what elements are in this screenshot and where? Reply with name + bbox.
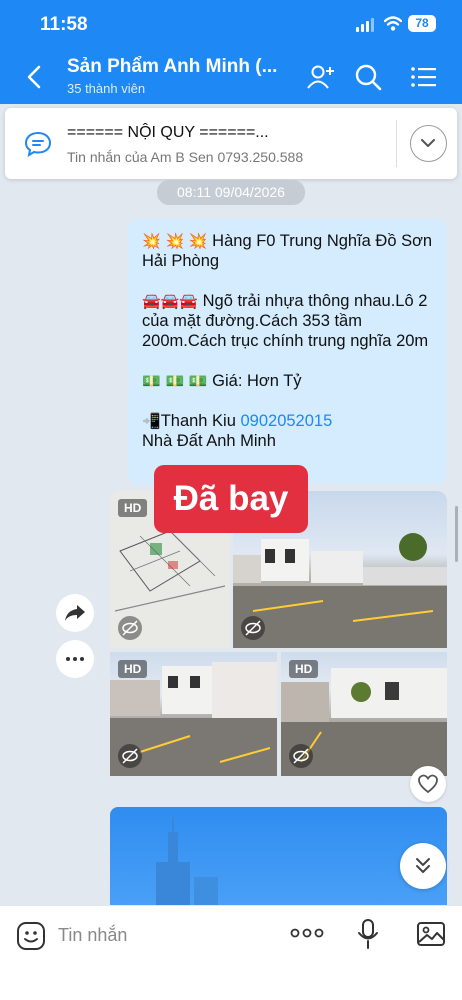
next-image-message[interactable] xyxy=(110,807,447,907)
hd-badge: HD xyxy=(289,660,319,678)
search-icon[interactable] xyxy=(354,63,382,91)
add-member-icon[interactable] xyxy=(306,63,336,91)
message-bubble[interactable]: 💥 💥 💥 Hàng F0 Trung Nghĩa Đồ Sơn Hải Phò… xyxy=(128,219,447,484)
more-actions-icon[interactable] xyxy=(290,926,324,940)
signal-icon xyxy=(356,18,374,32)
message-input-bar: Tin nhắn xyxy=(0,905,462,1000)
photo-street-3[interactable]: HD xyxy=(281,652,447,776)
pinned-message[interactable]: ====== NỘI QUY ======... Tin nhắn của Am… xyxy=(5,108,457,179)
money-emoji: 💵 💵 💵 xyxy=(142,372,208,390)
back-arrow-icon[interactable] xyxy=(24,64,46,90)
phone-link[interactable]: 0902052015 xyxy=(241,412,333,430)
expand-button[interactable] xyxy=(410,125,447,162)
sticker-icon[interactable] xyxy=(16,921,46,951)
eye-off-icon xyxy=(241,616,265,640)
phone-emoji: 📲 xyxy=(142,412,161,430)
divider xyxy=(396,120,397,167)
eye-off-icon xyxy=(289,744,313,768)
message-icon xyxy=(24,131,52,158)
message-line-1: 💥 💥 💥 Hàng F0 Trung Nghĩa Đồ Sơn Hải Phò… xyxy=(142,232,433,270)
heart-icon xyxy=(418,774,438,794)
fire-emoji: 💥 💥 💥 xyxy=(142,232,208,250)
pinned-title: ====== NỘI QUY ======... xyxy=(67,124,269,141)
wifi-icon xyxy=(384,16,402,31)
eye-off-icon xyxy=(118,616,142,640)
message-line-2: 🚘🚘🚘 Ngõ trải nhựa thông nhau.Lô 2 của mặ… xyxy=(142,292,429,350)
scroll-down-button[interactable] xyxy=(400,843,446,889)
group-title[interactable]: Sản Phẩm Anh Minh (... xyxy=(67,56,277,78)
message-line-3: 💵 💵 💵 Giá: Hơn Tỷ xyxy=(142,372,302,390)
share-button[interactable] xyxy=(56,594,94,632)
status-time: 11:58 xyxy=(40,14,88,35)
scroll-indicator[interactable] xyxy=(455,506,458,562)
member-count[interactable]: 35 thành viên xyxy=(67,81,145,96)
chevron-down-icon xyxy=(421,139,435,147)
car-emoji: 🚘🚘🚘 xyxy=(142,292,199,310)
timestamp-pill: 08:11 09/04/2026 xyxy=(157,180,305,205)
pinned-subtitle: Tin nhắn của Am B Sen 0793.250.588 xyxy=(67,149,304,165)
city-skyline xyxy=(156,817,218,907)
photo-street-2[interactable]: HD xyxy=(110,652,277,776)
react-heart-button[interactable] xyxy=(410,766,446,802)
message-line-5: Nhà Đất Anh Minh xyxy=(142,432,276,450)
battery-icon: 78 xyxy=(408,15,436,32)
message-input[interactable]: Tin nhắn xyxy=(58,925,127,946)
menu-icon[interactable] xyxy=(410,65,438,89)
message-line-4: 📲Thanh Kiu 0902052015 xyxy=(142,411,433,431)
more-options-button[interactable] xyxy=(56,640,94,678)
status-bar: 11:58 78 xyxy=(0,0,462,50)
sold-overlay: Đã bay xyxy=(154,465,308,533)
hd-badge: HD xyxy=(118,660,148,678)
share-arrow-icon xyxy=(65,605,85,621)
chat-header: Sản Phẩm Anh Minh (... 35 thành viên xyxy=(0,50,462,104)
voice-mic-icon[interactable] xyxy=(356,918,380,950)
eye-off-icon xyxy=(118,744,142,768)
image-gallery-icon[interactable] xyxy=(416,920,446,948)
contact-name: Thanh Kiu xyxy=(160,412,236,430)
hd-badge: HD xyxy=(118,499,148,517)
more-dots-icon xyxy=(66,657,84,661)
double-chevron-down-icon xyxy=(416,858,430,873)
